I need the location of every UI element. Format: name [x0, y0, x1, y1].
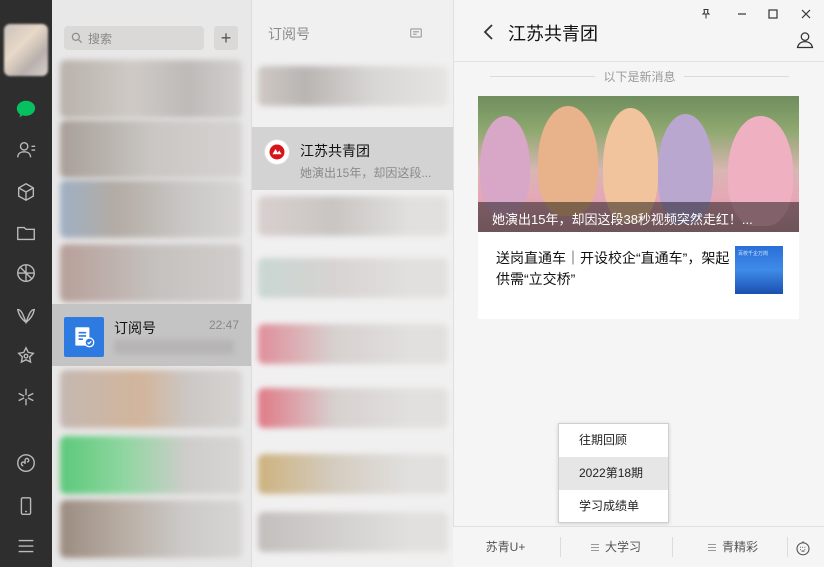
account-item[interactable] [258, 196, 448, 236]
subscription-time: 22:47 [208, 318, 239, 332]
chat-title: 江苏共青团 [508, 24, 598, 44]
menu-icon[interactable] [10, 530, 42, 562]
channels-icon[interactable] [10, 300, 42, 332]
read-mode-icon[interactable] [409, 26, 423, 45]
phone-icon[interactable] [10, 490, 42, 522]
account-item[interactable] [258, 324, 448, 364]
account-preview: 她演出15年，却因这段... [300, 166, 432, 180]
account-item[interactable] [258, 512, 448, 552]
subscription-name: 订阅号 [114, 320, 156, 336]
list-item[interactable] [60, 120, 242, 178]
menu-suqing[interactable]: 苏青U+ [453, 527, 558, 567]
close-icon[interactable] [798, 6, 814, 22]
article-card[interactable]: 她演出15年，却因这段38秒视频突然走红！... 送岗直通车｜开设校企“直通车”… [478, 96, 799, 319]
chat-icon[interactable] [10, 93, 42, 125]
subscription-preview [114, 340, 234, 354]
list-item[interactable] [60, 370, 242, 428]
search-placeholder: 搜索 [88, 31, 113, 46]
account-item[interactable] [258, 258, 448, 298]
back-button[interactable] [482, 22, 496, 42]
menu-item-report[interactable]: 学习成绩单 [559, 490, 668, 523]
menu-qingjingcai-label: 青精彩 [721, 540, 758, 554]
account-item[interactable] [258, 454, 448, 494]
user-avatar[interactable] [4, 24, 48, 76]
menu-lines-icon [590, 544, 599, 552]
account-item-selected[interactable]: 江苏共青团 她演出15年，却因这段... [252, 127, 453, 190]
account-name: 江苏共青团 [300, 143, 370, 159]
subscription-accounts-panel: 订阅号 江苏共青团 她演出15年，却因这段... [251, 0, 453, 567]
mini-program-icon[interactable] [10, 381, 42, 413]
list-item[interactable] [60, 180, 242, 238]
menu-lines-icon [707, 544, 716, 552]
sidebar-rail [0, 0, 52, 567]
chat-header: 江苏共青团 [454, 0, 824, 62]
mini-apps-icon[interactable] [10, 447, 42, 479]
subscription-icon [64, 317, 104, 357]
panel-title: 订阅号 [268, 26, 310, 42]
search-icon [71, 32, 83, 44]
files-icon[interactable] [10, 217, 42, 249]
account-item[interactable] [258, 388, 448, 428]
keyboard-icon[interactable] [794, 539, 812, 557]
moments-icon[interactable] [10, 257, 42, 289]
list-item[interactable] [60, 436, 242, 494]
list-item[interactable] [60, 60, 242, 118]
article-thumbnail[interactable]: 百校千企万岗 [735, 246, 783, 294]
menu-item-issue[interactable]: 2022第18期 [559, 457, 668, 490]
menu-daxuexi[interactable]: 大学习 [561, 527, 671, 567]
new-messages-divider: 以下是新消息 [454, 68, 824, 85]
profile-icon[interactable] [795, 30, 815, 50]
article-caption: 她演出15年，却因这段38秒视频突然走红！... [478, 202, 799, 232]
add-button[interactable]: + [214, 26, 238, 50]
article-sub-title[interactable]: 送岗直通车｜开设校企“直通车”，架起供需“立交桥” [496, 248, 736, 290]
search-spark-icon[interactable] [10, 341, 42, 373]
menu-daxuexi-label: 大学习 [604, 540, 641, 554]
pin-icon[interactable] [698, 6, 714, 22]
menu-qingjingcai[interactable]: 青精彩 [673, 527, 793, 567]
account-menu-bar: 苏青U+ 大学习 青精彩 [453, 526, 824, 567]
account-item[interactable] [258, 66, 448, 106]
chat-list-panel: 搜索 + 订阅号 22:47 [52, 0, 251, 567]
article-cover-image[interactable]: 她演出15年，却因这段38秒视频突然走红！... [478, 96, 799, 232]
list-item[interactable] [60, 500, 242, 558]
account-logo [264, 139, 290, 165]
subscription-list-item[interactable]: 订阅号 22:47 [52, 304, 251, 366]
list-item[interactable] [60, 244, 242, 302]
submenu-popup: 往期回顾 2022第18期 学习成绩单 [558, 423, 669, 523]
thumbnail-text: 百校千企万岗 [738, 251, 769, 257]
contacts-icon[interactable] [10, 134, 42, 166]
menu-item-past-review[interactable]: 往期回顾 [559, 424, 668, 457]
favorites-icon[interactable] [10, 176, 42, 208]
search-input[interactable]: 搜索 [64, 26, 204, 50]
maximize-icon[interactable] [765, 6, 781, 22]
minimize-icon[interactable] [734, 6, 750, 22]
